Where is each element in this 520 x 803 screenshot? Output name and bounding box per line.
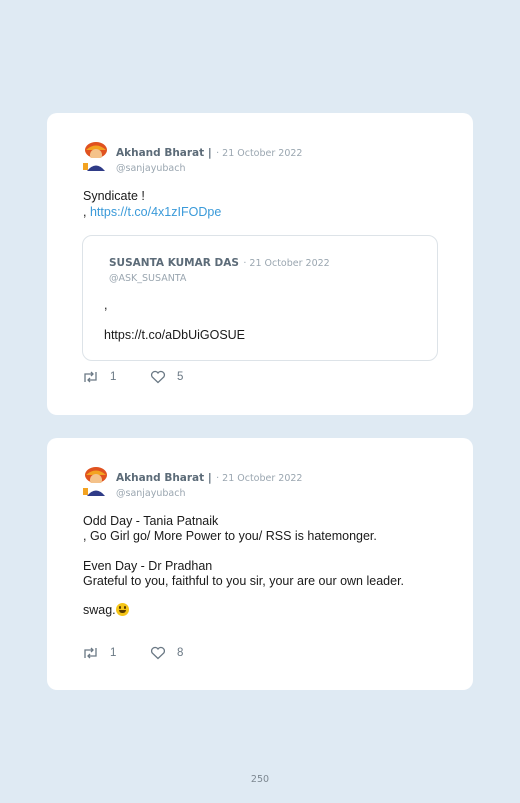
retweet-icon bbox=[84, 647, 97, 659]
author-name[interactable]: Akhand Bharat | bbox=[116, 472, 212, 484]
quoted-tweet[interactable]: SUSANTA KUMAR DAS · 21 October 2022 @ASK… bbox=[82, 235, 438, 361]
tweet-card: Akhand Bharat | · 21 October 2022 @sanja… bbox=[47, 438, 473, 690]
tweet-text: swag. bbox=[83, 603, 116, 617]
tweet-text-line: Syndicate ! bbox=[83, 189, 145, 203]
avatar[interactable] bbox=[83, 141, 109, 171]
like-button[interactable]: 8 bbox=[150, 646, 183, 660]
quoted-text: , bbox=[104, 298, 108, 312]
tweet-text-line: Grateful to you, faithful to you sir, yo… bbox=[83, 574, 405, 588]
grinning-face-emoji bbox=[115, 603, 129, 616]
tweet-text-line: swag. bbox=[83, 602, 129, 618]
tweet-text-line: , https://t.co/4x1zIFODpe bbox=[83, 204, 221, 220]
tweet-link[interactable]: https://t.co/4x1zIFODpe bbox=[90, 205, 221, 219]
tweet-date: · 21 October 2022 bbox=[216, 473, 303, 484]
tweet-text-line: Even Day - Dr Pradhan bbox=[83, 559, 213, 573]
retweet-count: 1 bbox=[110, 371, 117, 383]
quoted-date: · 21 October 2022 bbox=[243, 258, 330, 269]
quoted-author-handle[interactable]: @ASK_SUSANTA bbox=[109, 273, 330, 284]
like-button[interactable]: 5 bbox=[150, 370, 183, 384]
like-count: 8 bbox=[177, 647, 184, 659]
avatar[interactable] bbox=[83, 466, 109, 496]
tweet-text-prefix: , bbox=[83, 205, 87, 219]
author-name[interactable]: Akhand Bharat | bbox=[116, 147, 212, 159]
tweet-text-line: Odd Day - Tania Patnaik bbox=[83, 514, 219, 528]
tweet-text-line: , Go Girl go/ More Power to you/ RSS is … bbox=[83, 529, 377, 543]
page-number: 250 bbox=[250, 774, 270, 785]
like-count: 5 bbox=[177, 371, 184, 383]
tweet-card: Akhand Bharat | · 21 October 2022 @sanja… bbox=[47, 113, 473, 415]
retweet-button[interactable]: 1 bbox=[82, 370, 116, 384]
tweet-date: · 21 October 2022 bbox=[216, 148, 303, 159]
author-handle[interactable]: @sanjayubach bbox=[116, 488, 302, 499]
author-handle[interactable]: @sanjayubach bbox=[116, 163, 302, 174]
retweet-button[interactable]: 1 bbox=[82, 646, 116, 660]
heart-icon bbox=[150, 370, 166, 384]
retweet-count: 1 bbox=[110, 647, 117, 659]
retweet-icon bbox=[84, 371, 97, 383]
quoted-author-name[interactable]: SUSANTA KUMAR DAS bbox=[109, 257, 239, 269]
quoted-link[interactable]: https://t.co/aDbUiGOSUE bbox=[104, 328, 245, 342]
heart-icon bbox=[150, 646, 166, 660]
